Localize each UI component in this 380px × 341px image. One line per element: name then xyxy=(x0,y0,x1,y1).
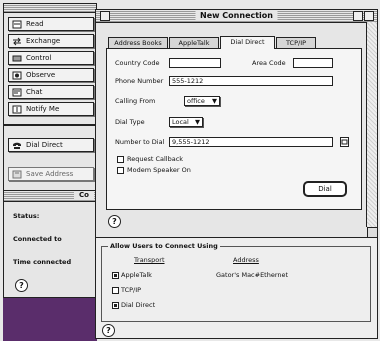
dial-direct-panel: Country Code Area Code Phone Number 555-… xyxy=(106,48,362,210)
status-window: Co Status: Connected to Time connected ? xyxy=(3,190,97,298)
chevron-down-icon: ▼ xyxy=(195,118,200,126)
dialog-scrollbar[interactable] xyxy=(366,22,377,227)
time-connected-label: Time connected xyxy=(13,258,72,266)
dial-direct-button[interactable]: Dial Direct xyxy=(8,138,94,152)
status-help-icon[interactable]: ? xyxy=(15,279,28,292)
tab-dial-direct[interactable]: Dial Direct xyxy=(220,36,275,49)
toolbar-window: Read Exchange Control Observe Chat Notif… xyxy=(3,3,97,213)
read-icon xyxy=(12,20,22,29)
exchange-label: Exchange xyxy=(26,36,61,45)
dial-type-select[interactable]: Local ▼ xyxy=(169,117,203,127)
control-button[interactable]: Control xyxy=(8,51,94,65)
close-box[interactable] xyxy=(100,11,110,21)
country-code-field[interactable] xyxy=(169,58,221,68)
dial-button[interactable]: Dial xyxy=(303,181,347,197)
appletalk-address: Gator's Mac#Ethernet xyxy=(216,271,289,279)
notify-icon xyxy=(12,105,22,114)
save-address-label: Save Address xyxy=(26,169,74,178)
control-label: Control xyxy=(26,53,52,62)
tcpip-checkbox[interactable] xyxy=(112,287,119,294)
desktop-background xyxy=(3,298,97,341)
request-callback-label: Request Callback xyxy=(127,155,184,163)
exchange-button[interactable]: Exchange xyxy=(8,34,94,48)
status-label: Status: xyxy=(13,212,40,220)
number-to-dial-field[interactable]: 9,555-1212 xyxy=(169,137,333,147)
control-icon xyxy=(12,54,22,63)
calling-from-label: Calling From xyxy=(115,97,156,105)
connected-to-label: Connected to xyxy=(13,235,62,243)
phone-number-field[interactable]: 555-1212 xyxy=(169,76,333,86)
sidebar-divider xyxy=(4,124,96,126)
appletalk-checkbox[interactable] xyxy=(112,272,119,279)
transport-column-header: Transport xyxy=(134,256,165,264)
dial-type-value: Local xyxy=(172,118,189,126)
status-window-title: Co xyxy=(74,191,94,200)
dial-button-label: Dial xyxy=(318,185,332,193)
chat-label: Chat xyxy=(26,87,43,96)
collapse-box[interactable] xyxy=(364,11,374,21)
area-code-field[interactable] xyxy=(293,58,333,68)
area-code-label: Area Code xyxy=(252,59,286,67)
read-label: Read xyxy=(26,19,44,28)
country-code-label: Country Code xyxy=(115,59,160,67)
dialog-titlebar[interactable]: New Connection xyxy=(96,10,377,23)
dial-direct-label: Dial Direct xyxy=(26,140,63,149)
zoom-box[interactable] xyxy=(353,11,363,21)
exchange-icon xyxy=(12,37,22,46)
calling-from-select[interactable]: office ▼ xyxy=(184,96,220,106)
tcpip-transport-label: TCP/IP xyxy=(121,286,142,294)
observe-label: Observe xyxy=(26,70,56,79)
read-button[interactable]: Read xyxy=(8,17,94,31)
observe-icon xyxy=(12,71,22,80)
save-address-icon xyxy=(12,170,22,179)
dialog-title: New Connection xyxy=(195,10,278,21)
notify-me-button[interactable]: Notify Me xyxy=(8,102,94,116)
number-to-dial-edit-icon[interactable] xyxy=(340,137,349,147)
modem-speaker-checkbox[interactable] xyxy=(117,167,124,174)
modem-speaker-label: Modem Speaker On xyxy=(127,166,191,174)
chevron-down-icon: ▼ xyxy=(212,97,217,105)
telephone-icon xyxy=(12,141,22,150)
new-connection-window: New Connection Address Books AppleTalk D… xyxy=(95,9,378,238)
dial-direct-checkbox[interactable] xyxy=(112,302,119,309)
save-address-button[interactable]: Save Address xyxy=(8,167,94,181)
allow-users-help-icon[interactable]: ? xyxy=(102,324,115,337)
dial-direct-transport-label: Dial Direct xyxy=(121,301,156,309)
address-column-header: Address xyxy=(233,256,259,264)
resize-handle[interactable] xyxy=(367,227,377,237)
chat-button[interactable]: Chat xyxy=(8,85,94,99)
notify-me-label: Notify Me xyxy=(26,104,60,113)
status-titlebar[interactable]: Co xyxy=(4,191,96,202)
chat-icon xyxy=(12,88,22,97)
dial-type-label: Dial Type xyxy=(115,118,145,126)
number-to-dial-label: Number to Dial xyxy=(115,138,165,146)
dialog-help-icon[interactable]: ? xyxy=(108,215,121,228)
allow-users-window: Allow Users to Connect Using Transport A… xyxy=(95,237,378,339)
request-callback-checkbox[interactable] xyxy=(117,156,124,163)
appletalk-transport-label: AppleTalk xyxy=(121,271,152,279)
calling-from-value: office xyxy=(187,97,205,105)
phone-number-label: Phone Number xyxy=(115,77,164,85)
allow-users-title: Allow Users to Connect Using xyxy=(108,242,220,250)
toolbar-titlebar[interactable] xyxy=(4,4,96,13)
observe-button[interactable]: Observe xyxy=(8,68,94,82)
